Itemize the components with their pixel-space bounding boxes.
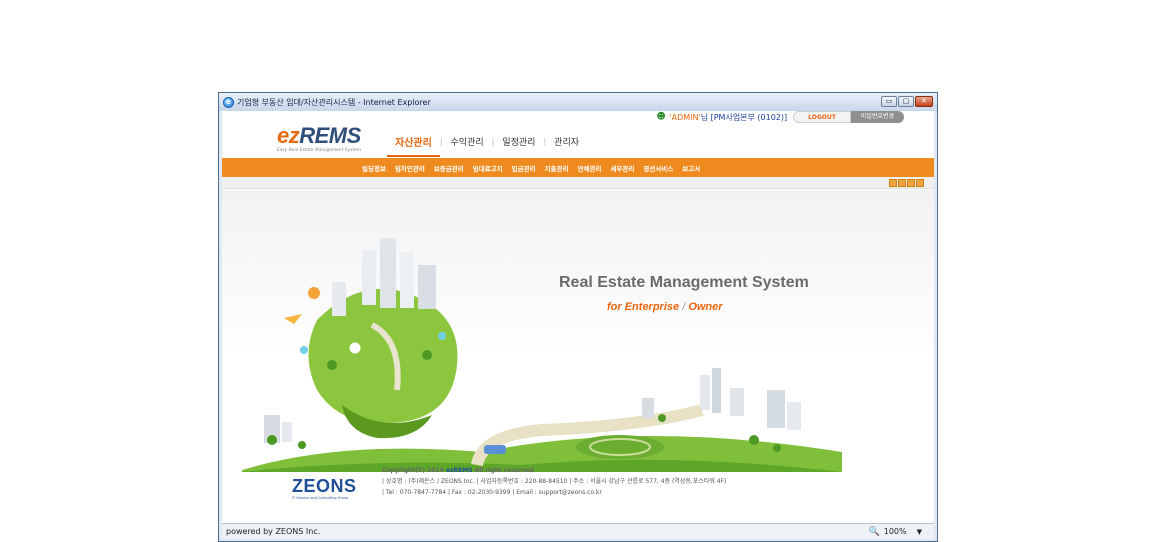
sub-menu-strip — [222, 177, 934, 189]
submenu-payment[interactable]: 입금관리 — [512, 163, 536, 173]
user-icon: ☻ — [656, 112, 666, 122]
nav-schedule-management[interactable]: 일정관리 — [494, 135, 543, 148]
ezrems-logo[interactable]: ezREMS Easy Real Estate Management Syste… — [277, 123, 361, 152]
status-text: powered by ZEONS Inc. — [226, 527, 321, 536]
logo-rems: REMS — [299, 123, 361, 148]
hero-sub-separator: / — [679, 301, 689, 313]
user-bar: ☻ 'ADMIN' 님 [PM사업본부 (0102)] LOGOUT 비밀번호변… — [656, 111, 904, 123]
nav-asset-management[interactable]: 자산관리 — [387, 134, 440, 157]
submenu-building-info[interactable]: 빌딩정보 — [362, 163, 386, 173]
hero-banner: Real Estate Management System for Enterp… — [222, 190, 934, 490]
ie-icon: e — [223, 96, 234, 108]
building-icon — [642, 398, 654, 418]
building-icon — [767, 390, 785, 428]
footer-info: Copyright(C) 2014 ezREMS All right reser… — [382, 465, 726, 498]
submenu-tax[interactable]: 세무관리 — [610, 163, 634, 173]
copyright-pre: Copyright(C) 2014 — [382, 467, 446, 474]
submenu-maintenance[interactable]: 영선서비스 — [643, 163, 673, 173]
building-icon — [700, 375, 710, 410]
tower-icon — [362, 250, 376, 305]
browser-window: e 기업형 부동산 임대/자산관리시스템 - Internet Explorer… — [218, 92, 938, 542]
building-icon — [730, 388, 744, 416]
quick-icons — [889, 179, 924, 187]
minimize-button[interactable]: ▭ — [881, 96, 897, 107]
close-button[interactable]: ✕ — [915, 96, 933, 107]
submenu-expense[interactable]: 지출관리 — [545, 163, 569, 173]
tree-icon — [658, 414, 666, 422]
hero-sub-enterprise: for Enterprise — [607, 301, 680, 313]
submenu-rent-notice[interactable]: 임대료고지 — [473, 163, 503, 173]
zoom-control[interactable]: 🔍 100% ▼ — [869, 527, 922, 537]
cloud-icon — [438, 332, 446, 340]
cube-body — [308, 288, 458, 424]
zeons-tagline: IT Service and Consulting Group — [292, 496, 349, 500]
tree-icon — [327, 360, 337, 370]
main-nav: 자산관리 | 수익관리 | 일정관리 | 관리자 — [387, 134, 587, 157]
zeons-logo: ZEONS IT Service and Consulting Group — [292, 476, 357, 500]
tower-icon — [400, 252, 414, 308]
contact-info-line: | Tel : 070-7847-7784 | Fax : 02-2030-93… — [382, 489, 602, 496]
city-cube — [284, 238, 458, 439]
cloud-icon — [300, 346, 308, 354]
paper-plane-icon — [284, 314, 302, 324]
building-icon — [282, 422, 292, 442]
status-bar: powered by ZEONS Inc. 🔍 100% ▼ — [222, 523, 934, 539]
car-icon — [484, 445, 506, 454]
building-icon — [712, 368, 721, 413]
nav-admin[interactable]: 관리자 — [546, 135, 587, 148]
quick-icon[interactable] — [889, 179, 897, 187]
building-icon — [787, 402, 801, 430]
logout-button[interactable]: LOGOUT — [793, 111, 851, 123]
submenu-overdue[interactable]: 연체관리 — [577, 163, 601, 173]
tree-icon — [422, 350, 432, 360]
hero-title: Real Estate Management System — [559, 274, 809, 291]
window-controls: ▭ ▢ ✕ — [881, 96, 933, 107]
chevron-down-icon[interactable]: ▼ — [917, 528, 922, 536]
submenu-deposit[interactable]: 보증금관리 — [434, 163, 464, 173]
sub-menu-bar: 빌딩정보 임차인관리 보증금관리 임대료고지 입금관리 지출관리 연체관리 세무… — [222, 158, 934, 177]
quick-icon[interactable] — [916, 179, 924, 187]
copyright: Copyright(C) 2014 ezREMS All right reser… — [382, 465, 726, 476]
user-department: 님 [PM사업본부 (0102)] — [700, 112, 788, 122]
zoom-icon: 🔍 — [868, 526, 880, 537]
tree-icon — [773, 444, 781, 452]
hot-air-balloon-icon — [308, 287, 320, 299]
copyright-brand: ezREMS — [445, 467, 473, 474]
tower-icon — [418, 265, 436, 309]
user-name: 'ADMIN' — [669, 112, 701, 122]
window-title: 기업형 부동산 임대/자산관리시스템 - Internet Explorer — [237, 97, 431, 107]
tower-icon — [380, 238, 396, 308]
change-password-button[interactable]: 비밀번호변경 — [850, 111, 904, 123]
zoom-level: 100% — [883, 527, 907, 536]
hero-illustration — [242, 238, 842, 472]
copyright-post: All right reserved — [472, 467, 534, 474]
e-logo-icon — [348, 341, 362, 355]
quick-icon[interactable] — [898, 179, 906, 187]
submenu-report[interactable]: 보고서 — [682, 163, 700, 173]
tree-icon — [749, 435, 759, 445]
submenu-tenant[interactable]: 임차인관리 — [395, 163, 425, 173]
logo-ez: ez — [277, 123, 300, 148]
maximize-button[interactable]: ▢ — [898, 96, 914, 107]
hero-sub-owner: Owner — [688, 301, 723, 313]
page-content: ezREMS Easy Real Estate Management Syste… — [222, 111, 934, 523]
hero-subtitle: for Enterprise / Owner — [607, 301, 723, 313]
tree-icon — [267, 435, 277, 445]
logo-subtitle: Easy Real Estate Management System — [277, 147, 362, 152]
nav-revenue-management[interactable]: 수익관리 — [443, 135, 492, 148]
title-bar[interactable]: e 기업형 부동산 임대/자산관리시스템 - Internet Explorer… — [219, 93, 937, 111]
tower-icon — [332, 282, 346, 316]
quick-icon[interactable] — [907, 179, 915, 187]
tree-icon — [298, 441, 306, 449]
company-info-line: | 상호명 : (주)제온스 / ZEONS Inc. | 사업자등록번호 : … — [382, 478, 727, 485]
zeons-wordmark: ZEONS — [292, 476, 357, 496]
